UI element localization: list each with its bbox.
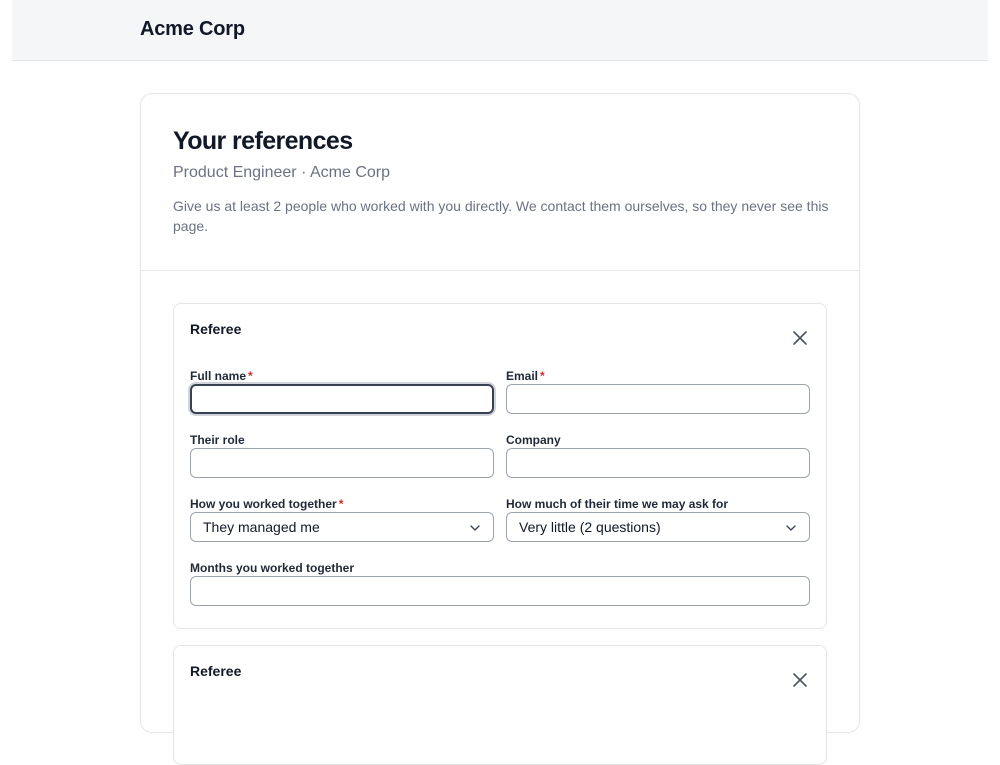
page-subtitle: Product Engineer · Acme Corp bbox=[173, 164, 390, 181]
company-input[interactable] bbox=[506, 448, 810, 478]
referee-title: Referee bbox=[190, 321, 242, 337]
email-label: Email * bbox=[506, 369, 545, 383]
months-field: Months you worked together bbox=[190, 561, 810, 607]
time-ask-field: How much of their time we may ask for Ve… bbox=[506, 497, 810, 543]
full-name-label: Full name * bbox=[190, 369, 253, 383]
top-bar: Acme Corp bbox=[12, 0, 988, 61]
time-ask-label: How much of their time we may ask for bbox=[506, 497, 729, 511]
full-name-input[interactable] bbox=[190, 384, 494, 414]
required-marker: * bbox=[338, 497, 344, 511]
company-label: Company bbox=[506, 433, 561, 447]
close-icon bbox=[793, 673, 807, 687]
close-icon bbox=[793, 331, 807, 345]
referee-card: Referee Full name * Email * Their role Com… bbox=[173, 303, 827, 629]
role-input[interactable] bbox=[190, 448, 494, 478]
card-header: Your references Product Engineer · Acme … bbox=[141, 94, 859, 271]
time-ask-selected-value: Very little (2 questions) bbox=[519, 519, 661, 535]
relationship-selected-value: They managed me bbox=[203, 519, 320, 535]
email-input[interactable] bbox=[506, 384, 810, 414]
relationship-select[interactable]: They managed me bbox=[190, 512, 494, 542]
company-field: Company bbox=[506, 433, 810, 479]
remove-referee-button[interactable] bbox=[788, 326, 812, 350]
full-name-field: Full name * bbox=[190, 369, 494, 415]
email-field: Email * bbox=[506, 369, 810, 415]
referee-title: Referee bbox=[190, 663, 242, 679]
page-title: Your references bbox=[173, 127, 353, 155]
role-label: Their role bbox=[190, 433, 245, 447]
referee-card: Referee bbox=[173, 645, 827, 765]
chevron-down-icon bbox=[470, 525, 480, 531]
relationship-field: How you worked together * They managed me bbox=[190, 497, 494, 543]
required-marker: * bbox=[248, 369, 253, 383]
references-card: Your references Product Engineer · Acme … bbox=[140, 93, 860, 765]
remove-referee-button[interactable] bbox=[788, 668, 812, 692]
relationship-label: How you worked together * bbox=[190, 497, 344, 511]
intro-text: Give us at least 2 people who worked wit… bbox=[173, 198, 829, 234]
months-label: Months you worked together bbox=[190, 561, 355, 575]
brand-name: Acme Corp bbox=[140, 18, 245, 40]
months-input[interactable] bbox=[190, 576, 810, 606]
required-marker: * bbox=[540, 369, 545, 383]
time-ask-select[interactable]: Very little (2 questions) bbox=[506, 512, 810, 542]
chevron-down-icon bbox=[786, 525, 796, 531]
role-field: Their role bbox=[190, 433, 494, 479]
